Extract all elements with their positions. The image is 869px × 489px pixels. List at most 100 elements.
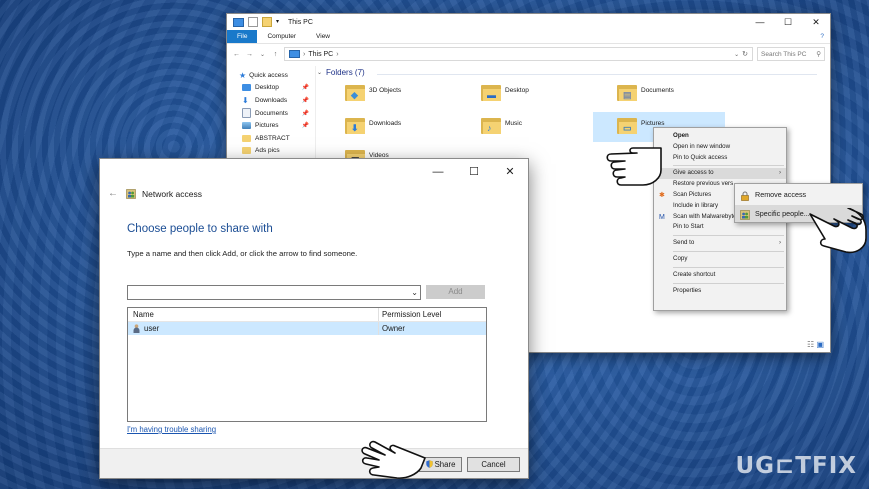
close-button[interactable]: ✕: [492, 159, 528, 185]
refresh-icon[interactable]: ↻: [742, 50, 748, 58]
large-icons-view-icon[interactable]: ▣: [816, 340, 824, 349]
sidebar-item-abstract[interactable]: ABSTRACT: [227, 132, 315, 145]
properties-icon[interactable]: [248, 17, 258, 27]
menu-item-remove-access[interactable]: Remove access: [735, 186, 862, 203]
address-dropdown-icon[interactable]: ⌄: [734, 51, 739, 58]
pc-icon[interactable]: [233, 17, 244, 27]
cell-name: user: [128, 322, 379, 335]
menu-item-label: Properties: [673, 286, 702, 294]
menu-item-open-new-window[interactable]: Open in new window: [654, 142, 786, 153]
folder-label: Music: [505, 120, 522, 127]
cancel-button[interactable]: Cancel: [467, 457, 520, 472]
column-header-name[interactable]: Name: [128, 308, 379, 321]
pin-icon[interactable]: 📌: [302, 110, 309, 117]
menu-item-send-to[interactable]: Send to ›: [654, 238, 786, 249]
back-arrow-icon[interactable]: ←: [108, 188, 120, 199]
forward-arrow-icon[interactable]: →: [245, 51, 254, 58]
user-icon: [133, 324, 140, 333]
table-row[interactable]: user Owner: [128, 322, 486, 335]
folder-label: Pictures: [641, 120, 665, 127]
menu-item-open[interactable]: Open: [654, 131, 786, 142]
sidebar-item-label: ABSTRACT: [255, 134, 290, 142]
sidebar-item-label: Pictures: [255, 122, 279, 130]
desktop-folder-icon: ▬: [481, 83, 501, 101]
address-bar[interactable]: › This PC › ⌄ ↻: [284, 47, 753, 61]
folder-icon: [242, 134, 251, 142]
close-button[interactable]: ✕: [802, 17, 830, 28]
sidebar-item-desktop[interactable]: Desktop 📌: [227, 82, 315, 95]
cell-permission[interactable]: Owner: [379, 322, 486, 335]
menu-item-create-shortcut[interactable]: Create shortcut: [654, 270, 786, 281]
column-header-permission[interactable]: Permission Level: [379, 308, 486, 321]
new-folder-icon[interactable]: [262, 17, 272, 27]
folder-downloads[interactable]: ⬇ Downloads: [345, 116, 401, 134]
chevron-down-icon[interactable]: ⌄: [411, 286, 418, 299]
up-arrow-icon[interactable]: ↑: [271, 51, 280, 58]
sidebar-item-label: Desktop: [255, 84, 279, 92]
sidebar-item-quick-access[interactable]: ★ Quick access: [227, 69, 315, 82]
tab-view[interactable]: View: [306, 30, 340, 43]
documents-folder-icon: ▤: [617, 83, 637, 101]
network-access-dialog: — ☐ ✕ ← Network access Choose people to …: [99, 158, 529, 479]
sidebar-item-downloads[interactable]: ⬇ Downloads 📌: [227, 94, 315, 107]
sidebar-item-label: Ads pics: [255, 147, 280, 155]
sidebar-item-pictures[interactable]: Pictures 📌: [227, 119, 315, 132]
trouble-sharing-link[interactable]: I'm having trouble sharing: [127, 425, 216, 434]
folder-music[interactable]: ♪ Music: [481, 116, 522, 134]
menu-separator: [673, 165, 784, 167]
menu-item-label: Scan with Malwarebytes: [673, 212, 740, 220]
breadcrumb-this-pc[interactable]: This PC: [308, 51, 333, 58]
back-arrow-icon[interactable]: ←: [232, 51, 241, 58]
tab-computer[interactable]: Computer: [257, 30, 306, 43]
pictures-icon: [242, 122, 251, 130]
menu-item-label: Specific people...: [755, 209, 810, 218]
explorer-title: This PC: [288, 18, 313, 26]
folder-documents[interactable]: ▤ Documents: [617, 83, 674, 101]
menu-item-pin-quick-access[interactable]: Pin to Quick access: [654, 153, 786, 164]
pin-icon[interactable]: 📌: [302, 84, 309, 91]
name-input[interactable]: ⌄: [127, 285, 421, 300]
details-view-icon[interactable]: ☷: [807, 340, 814, 349]
pin-icon[interactable]: 📌: [302, 97, 309, 104]
view-toggle: ☷ ▣: [807, 340, 824, 349]
minimize-button[interactable]: —: [746, 17, 774, 28]
dropdown-icon[interactable]: ▾: [276, 18, 282, 26]
help-icon[interactable]: ?: [820, 33, 830, 40]
tab-file[interactable]: File: [227, 30, 258, 43]
menu-item-pin-to-start[interactable]: Pin to Start: [654, 222, 786, 233]
menu-item-label: Pin to Quick access: [673, 153, 728, 161]
hand-cursor-icon: [606, 147, 662, 186]
sidebar-item-label: Quick access: [249, 71, 288, 79]
menu-item-give-access-to[interactable]: Give access to ›: [654, 168, 786, 180]
folders-group-header[interactable]: ⌄ Folders (7): [317, 68, 365, 77]
dialog-heading: Choose people to share with: [127, 223, 273, 235]
menu-separator: [673, 282, 784, 284]
divider: [377, 74, 817, 75]
menu-item-label: Remove access: [755, 190, 807, 199]
menu-item-label: Include in library: [673, 201, 719, 209]
pin-icon[interactable]: 📌: [302, 122, 309, 129]
network-share-icon: [126, 188, 136, 199]
malwarebytes-icon: M: [659, 213, 665, 221]
sidebar-item-ads-pics[interactable]: Ads pics: [227, 145, 315, 158]
folder-label: Downloads: [369, 120, 402, 127]
add-button[interactable]: Add: [426, 285, 485, 299]
recent-dropdown-icon[interactable]: ⌄: [258, 51, 267, 58]
folder-label: Desktop: [505, 87, 529, 94]
maximize-button[interactable]: ☐: [774, 17, 802, 28]
sidebar-item-documents[interactable]: Documents 📌: [227, 107, 315, 120]
chevron-right-icon: ›: [778, 169, 781, 177]
chevron-down-icon: ⌄: [317, 70, 323, 76]
search-box[interactable]: Search This PC ⚲: [757, 47, 825, 61]
folder-3d-objects[interactable]: ◆ 3D Objects: [345, 83, 401, 101]
breadcrumb-chevron[interactable]: ›: [336, 51, 338, 58]
menu-item-properties[interactable]: Properties: [654, 286, 786, 297]
menu-item-copy[interactable]: Copy: [654, 254, 786, 265]
folder-desktop[interactable]: ▬ Desktop: [481, 83, 529, 101]
minimize-button[interactable]: —: [420, 159, 456, 185]
maximize-button[interactable]: ☐: [456, 159, 492, 185]
group-header-label: Folders (7): [326, 68, 365, 77]
dialog-footer: Share Cancel: [100, 448, 528, 478]
folder-icon: [242, 147, 251, 155]
search-input[interactable]: Search This PC: [761, 51, 806, 58]
